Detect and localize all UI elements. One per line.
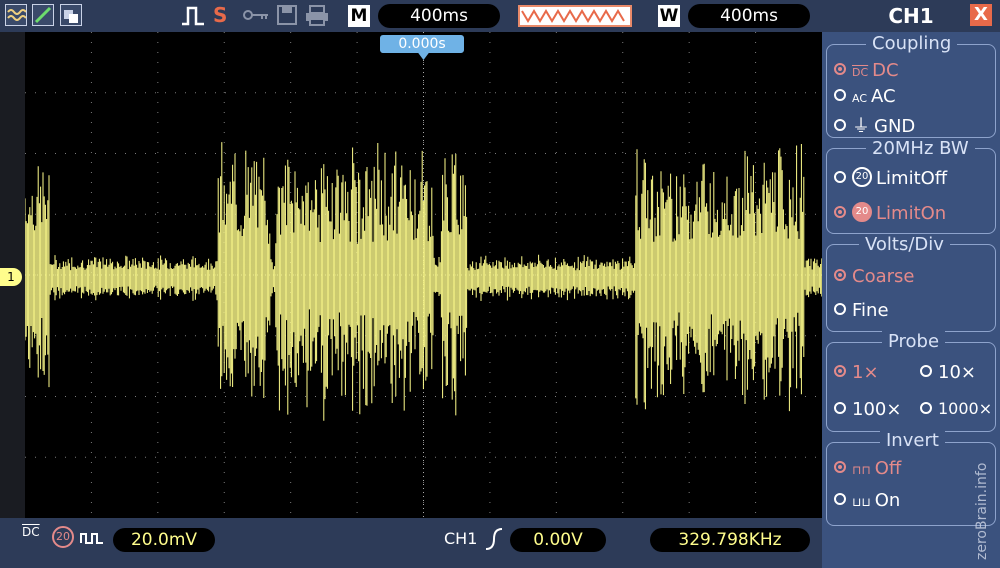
invert-indicator-icon bbox=[80, 530, 104, 549]
bw-limit-indicator: 20 bbox=[52, 526, 74, 548]
frequency-readout: 329.798KHz bbox=[650, 528, 810, 552]
probe-option-10x[interactable]: 10× bbox=[920, 362, 976, 383]
volts-div-title: Volts/Div bbox=[859, 234, 950, 255]
memory-window-icon[interactable] bbox=[518, 5, 632, 27]
volts-option-fine[interactable]: Fine bbox=[834, 300, 889, 321]
trigger-position-marker bbox=[417, 52, 430, 60]
invert-section bbox=[826, 442, 996, 526]
close-button[interactable]: X bbox=[970, 4, 992, 26]
save-icon[interactable] bbox=[276, 4, 298, 26]
window-timebase-value[interactable]: 400ms bbox=[688, 4, 810, 28]
probe-option-1x[interactable]: 1× bbox=[834, 362, 879, 383]
waveform-plot bbox=[24, 32, 823, 518]
bw-option-on[interactable]: 20 LimitOn bbox=[834, 202, 946, 224]
run-state-indicator: S bbox=[213, 3, 228, 27]
invert-title: Invert bbox=[880, 430, 945, 451]
key-lock-icon bbox=[242, 4, 270, 26]
waveform-icon[interactable] bbox=[5, 4, 27, 26]
coupling-option-ac[interactable]: AC AC bbox=[834, 86, 896, 107]
invert-option-on[interactable]: ⊔⊔ On bbox=[834, 490, 900, 511]
probe-option-1000x[interactable]: 1000× bbox=[920, 399, 992, 418]
print-icon[interactable] bbox=[304, 4, 330, 26]
coupling-option-gnd[interactable]: ⏚ GND bbox=[834, 112, 915, 138]
trigger-position-label[interactable]: 0.000s bbox=[380, 35, 464, 53]
probe-option-100x[interactable]: 100× bbox=[834, 399, 901, 420]
volts-option-coarse[interactable]: Coarse bbox=[834, 266, 914, 287]
trigger-source: CH1 bbox=[444, 529, 478, 548]
math-icon[interactable] bbox=[32, 4, 54, 26]
bw-option-off[interactable]: 20 LimitOff bbox=[834, 167, 947, 189]
window-timebase-label: W bbox=[658, 5, 680, 27]
waveform-display bbox=[24, 32, 823, 518]
main-timebase-label: M bbox=[348, 5, 370, 27]
coupling-option-dc[interactable]: DC DC bbox=[834, 60, 899, 81]
bw-title: 20MHz BW bbox=[866, 138, 975, 159]
rising-edge-icon bbox=[484, 527, 504, 555]
channel-marker[interactable]: 1 bbox=[0, 268, 22, 286]
trigger-edge-icon bbox=[180, 4, 206, 26]
coupling-indicator: DC bbox=[22, 525, 40, 539]
main-timebase-value[interactable]: 400ms bbox=[378, 4, 500, 28]
display-icon[interactable] bbox=[60, 4, 82, 26]
coupling-title: Coupling bbox=[866, 33, 958, 54]
volts-div-value[interactable]: 20.0mV bbox=[113, 528, 215, 552]
ch1-trace bbox=[24, 142, 823, 421]
watermark: zeroBrain.info bbox=[974, 462, 990, 560]
invert-option-off[interactable]: ⊓⊓ Off bbox=[834, 458, 901, 479]
trigger-level-value[interactable]: 0.00V bbox=[510, 528, 606, 552]
probe-title: Probe bbox=[882, 331, 946, 352]
